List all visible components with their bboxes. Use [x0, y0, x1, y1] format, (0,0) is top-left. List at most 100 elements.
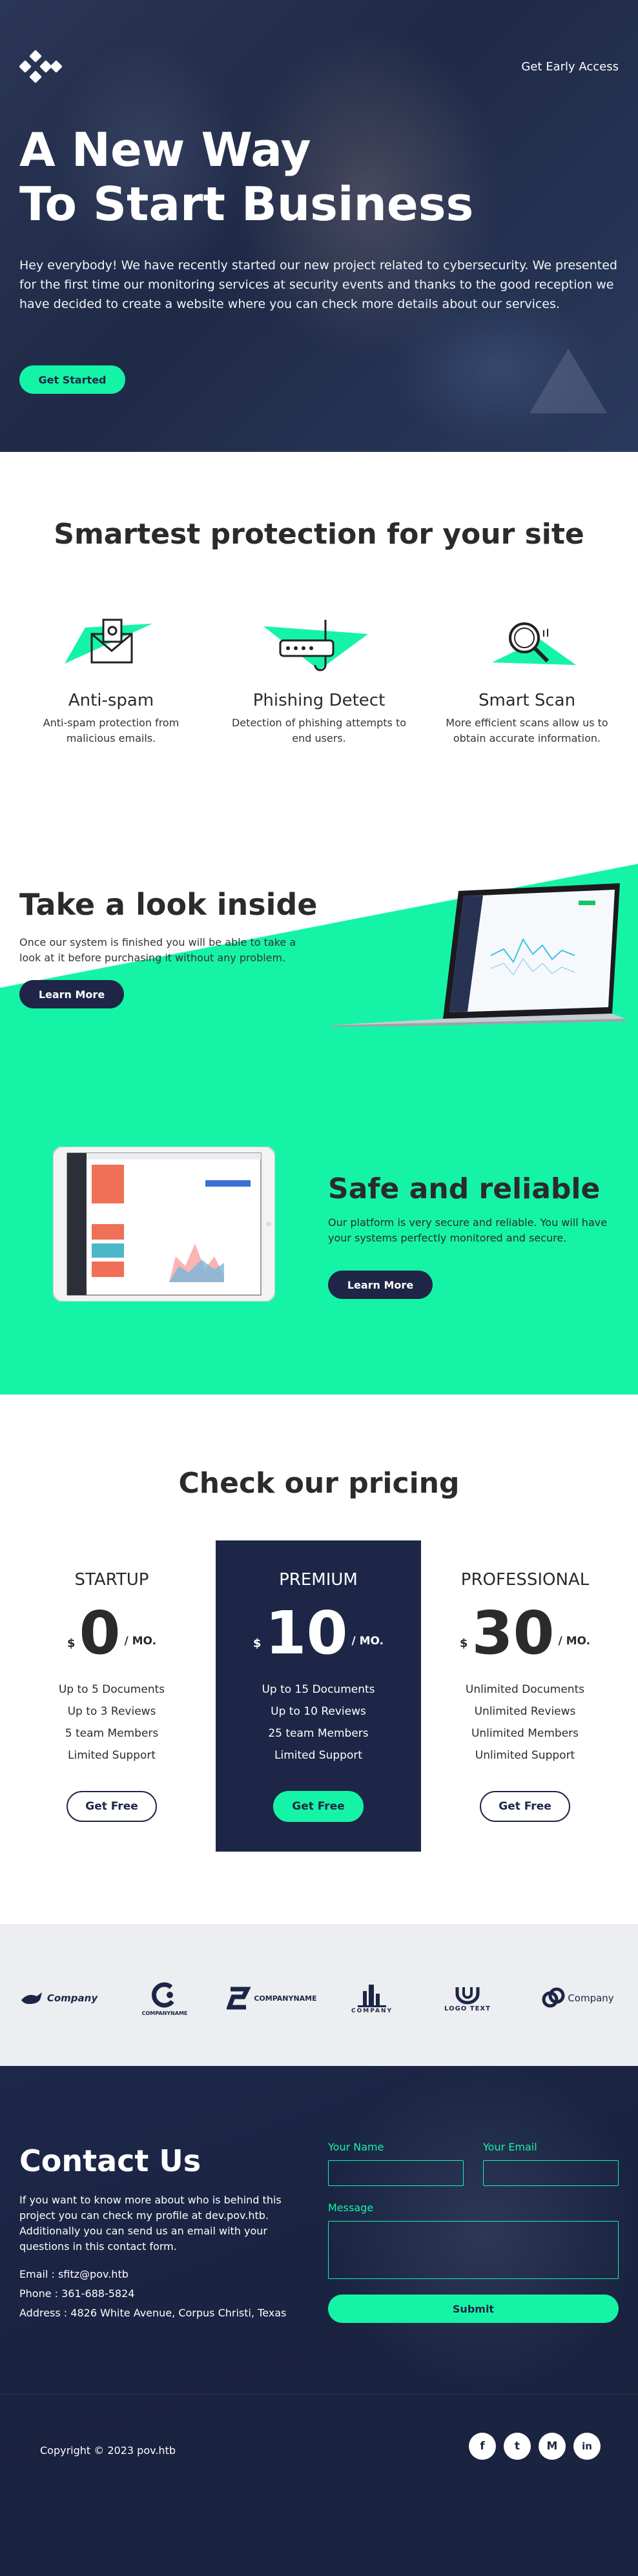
take-a-look-section: Take a look inside Once our system is fi…	[0, 794, 638, 1123]
whale-logo-icon	[21, 1992, 42, 2004]
feature-phishing-detect: Phishing Detect Detection of phishing at…	[222, 600, 416, 746]
client-logo-text: COMPANY	[351, 2008, 393, 2014]
client-logo-text: Company	[46, 1992, 98, 2004]
feature-text: Detection of phishing attempts to end us…	[231, 717, 407, 744]
feature-title: Smart Scan	[478, 691, 576, 710]
plan-amount: 0	[79, 1599, 121, 1668]
client-logo: COMPANYNAME	[223, 1976, 320, 2021]
submit-button[interactable]: Submit	[328, 2295, 619, 2323]
s-wave-logo-icon	[227, 1987, 252, 2010]
rings-logo-icon	[542, 1987, 565, 2008]
features-section: Smartest protection for your site Anti-s…	[0, 452, 638, 794]
plan-name: PROFESSIONAL	[460, 1570, 590, 1590]
top-nav: Get Early Access	[19, 50, 619, 83]
plan-features: Up to 5 Documents Up to 3 Reviews 5 team…	[9, 1679, 214, 1766]
hero-description: Hey everybody! We have recently started …	[19, 258, 617, 311]
get-started-button[interactable]: Get Started	[19, 365, 125, 394]
plan-features: Up to 15 Documents Up to 10 Reviews 25 t…	[216, 1679, 421, 1766]
plan-name: STARTUP	[74, 1570, 149, 1590]
email-label: Your Email	[483, 2141, 537, 2153]
plan-feature: Unlimited Documents	[465, 1683, 585, 1696]
plan-feature: Unlimited Reviews	[474, 1705, 576, 1718]
message-label: Message	[328, 2202, 374, 2214]
plan-premium: PREMIUM $ 10 / MO. Up to 15 Documents Up…	[216, 1540, 421, 1852]
client-logos-section: Company COMPANYNAME COMPANYNAME COMPANY …	[0, 1924, 638, 2066]
plan-price: $ 0 / MO.	[9, 1602, 214, 1664]
plan-currency: $	[67, 1637, 76, 1650]
plan-feature: Unlimited Members	[471, 1727, 579, 1740]
safe-title: Safe and reliable	[328, 1172, 601, 1205]
safe-text: Our platform is very secure and reliable…	[328, 1216, 608, 1244]
get-early-access-link[interactable]: Get Early Access	[521, 60, 619, 74]
client-logo: Company	[536, 1976, 619, 2021]
get-free-button[interactable]: Get Free	[273, 1791, 364, 1822]
laptop-dashboard-image	[329, 883, 625, 1027]
twitter-icon[interactable]: t	[504, 2433, 531, 2460]
feature-anti-spam: Anti-spam Anti-spam protection from mali…	[14, 600, 208, 746]
city-logo-icon	[358, 1985, 386, 2007]
get-free-button[interactable]: Get Free	[480, 1791, 570, 1822]
feature-title: Anti-spam	[68, 691, 154, 710]
feature-smart-scan: Smart Scan More efficient scans allow us…	[430, 600, 624, 746]
plan-price: $ 10 / MO.	[216, 1602, 421, 1664]
hero-title: A New Way To Start Business	[19, 123, 536, 231]
plan-feature: Limited Support	[68, 1749, 156, 1762]
linkedin-icon[interactable]: in	[573, 2433, 601, 2460]
client-logo-text: Company	[568, 1992, 614, 2004]
plan-feature: 25 team Members	[268, 1727, 369, 1740]
hero-photo-object	[530, 349, 607, 413]
facebook-icon[interactable]: f	[469, 2433, 496, 2460]
copyright-text: Copyright © 2023 pov.htb	[40, 2444, 176, 2457]
learn-more-button[interactable]: Learn More	[19, 980, 124, 1008]
plan-name: PREMIUM	[279, 1570, 358, 1590]
c-swirl-logo-icon	[151, 1982, 174, 2008]
hero-section: Get Early Access A New Way To Start Busi…	[0, 0, 638, 452]
hero-title-line2: To Start Business	[19, 177, 474, 231]
plan-currency: $	[459, 1637, 468, 1650]
client-logo-text: COMPANYNAME	[141, 2010, 188, 2016]
logo-icon[interactable]	[19, 50, 63, 83]
envelope-bug-icon	[14, 600, 208, 684]
message-textarea[interactable]	[328, 2221, 619, 2279]
plan-currency: $	[252, 1637, 262, 1650]
client-logo: COMPANY	[342, 1976, 402, 2021]
hero-title-line1: A New Way	[19, 123, 311, 177]
plan-price: $ 30 / MO.	[422, 1602, 628, 1664]
pricing-title: Check our pricing	[178, 1467, 460, 1500]
safe-reliable-section: Safe and reliable Our platform is very s…	[0, 1123, 638, 1395]
feature-title: Phishing Detect	[252, 691, 386, 710]
pricing-section: Check our pricing STARTUP $ 0 / MO. Up t…	[0, 1395, 638, 1924]
name-input[interactable]	[328, 2160, 464, 2186]
client-logo: Company	[17, 1976, 101, 2021]
plan-professional: PROFESSIONAL $ 30 / MO. Unlimited Docume…	[422, 1540, 628, 1852]
tablet-dashboard-image	[53, 1147, 275, 1302]
plan-feature: Unlimited Support	[475, 1749, 575, 1762]
feature-text: Anti-spam protection from malicious emai…	[43, 717, 180, 744]
feature-text: More efficient scans allow us to obtain …	[446, 717, 608, 744]
plan-period: / MO.	[124, 1635, 157, 1648]
magnifier-scan-icon	[430, 600, 624, 684]
plan-amount: 30	[471, 1599, 555, 1668]
look-title: Take a look inside	[19, 887, 318, 922]
learn-more-button[interactable]: Learn More	[328, 1271, 433, 1299]
contact-section: Contact Us If you want to know more abou…	[0, 2066, 638, 2576]
contact-phone: Phone : 361-688-5824	[19, 2287, 135, 2300]
email-input[interactable]	[483, 2160, 619, 2186]
plan-feature: 5 team Members	[65, 1727, 159, 1740]
plan-period: / MO.	[351, 1635, 384, 1648]
contact-description: If you want to know more about who is be…	[19, 2194, 282, 2253]
plan-feature: Limited Support	[274, 1749, 362, 1762]
plan-feature: Up to 15 Documents	[262, 1683, 375, 1696]
contact-email: Email : sfitz@pov.htb	[19, 2268, 129, 2280]
plan-feature: Up to 5 Documents	[58, 1683, 165, 1696]
medium-icon[interactable]: M	[539, 2433, 566, 2460]
social-links: f t M in	[469, 2433, 601, 2460]
client-logo-text: COMPANYNAME	[254, 1994, 317, 2003]
plan-amount: 10	[265, 1599, 348, 1668]
plan-period: / MO.	[558, 1635, 591, 1648]
contact-address: Address : 4826 White Avenue, Corpus Chri…	[19, 2307, 287, 2319]
router-hook-icon	[222, 600, 416, 684]
features-title: Smartest protection for your site	[54, 518, 584, 551]
contact-title: Contact Us	[19, 2143, 201, 2178]
get-free-button[interactable]: Get Free	[67, 1791, 157, 1822]
